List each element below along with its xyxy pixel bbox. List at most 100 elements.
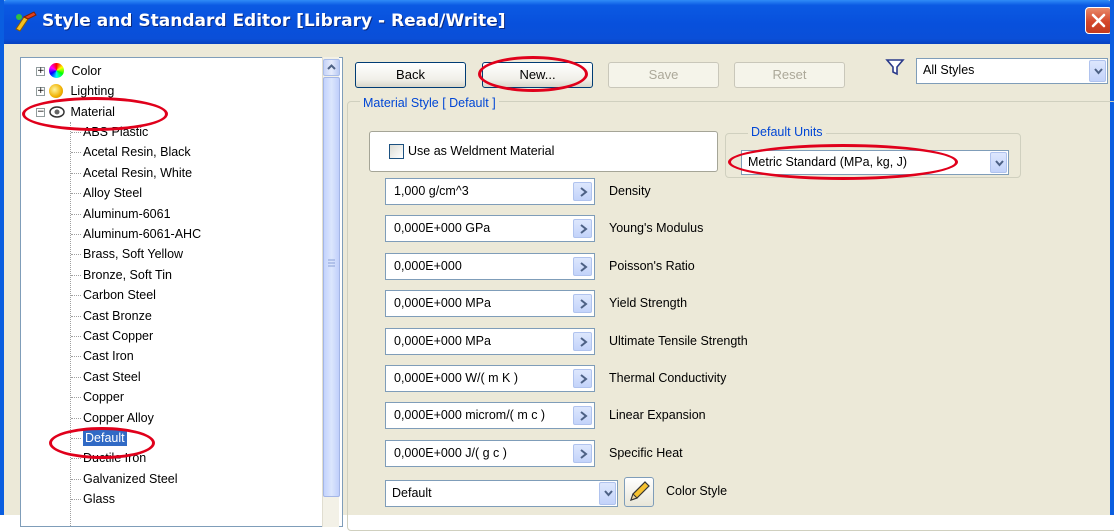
property-edit-button[interactable] [573, 256, 592, 276]
tree-guide [71, 254, 81, 256]
tree-item-material[interactable]: Material [49, 102, 115, 122]
style-tree[interactable]: + Color + Lighting − Material ABS Plasti… [20, 57, 343, 527]
color-style-dropdown-button[interactable] [599, 482, 616, 505]
property-label: Thermal Conductivity [609, 371, 727, 385]
tree-scrollbar[interactable] [322, 57, 340, 527]
tree-guide [71, 356, 81, 358]
tree-item-material-leaf[interactable]: Cast Copper [83, 326, 153, 346]
units-dropdown-button[interactable] [990, 152, 1007, 173]
property-edit-button[interactable] [573, 443, 592, 463]
property-edit-button[interactable] [573, 369, 592, 388]
expand-color-toggle[interactable]: + [36, 67, 45, 76]
property-value-field[interactable]: 0,000E+000 MPa [385, 327, 595, 355]
property-label: Poisson's Ratio [609, 258, 695, 273]
tree-item-material-leaf[interactable]: Copper Alloy [83, 408, 154, 428]
tree-item-material-leaf[interactable]: Aluminum-6061-AHC [83, 224, 201, 244]
light-bulb-icon [49, 84, 63, 98]
tree-item-material-leaf[interactable]: Glass [83, 489, 115, 509]
property-value: 0,000E+000 GPa [394, 221, 491, 236]
chevron-right-icon [580, 224, 588, 235]
property-value-field[interactable]: 0,000E+000 W/( m K ) [385, 365, 595, 392]
color-style-editor-button[interactable] [624, 477, 654, 507]
default-units-select[interactable]: Metric Standard (MPa, kg, J) [741, 150, 1009, 175]
property-value: 0,000E+000 W/( m K ) [394, 371, 519, 385]
chevron-right-icon [580, 411, 588, 422]
tree-item-material-leaf[interactable]: Aluminum-6061 [83, 204, 171, 224]
tree-item-label: Brass, Soft Yellow [83, 247, 184, 262]
tree-item-material-leaf[interactable]: Carbon Steel [83, 285, 156, 305]
property-value-field[interactable]: 0,000E+000 J/( g c ) [385, 439, 595, 467]
tree-item-material-leaf[interactable]: Cast Iron [83, 346, 134, 366]
style-filter-select[interactable]: All Styles [916, 58, 1108, 84]
filter-icon[interactable] [885, 58, 905, 76]
tree-guide [71, 376, 81, 378]
tree-guide [71, 193, 81, 195]
property-value: 0,000E+000 MPa [394, 333, 491, 348]
tree-item-color[interactable]: Color [49, 61, 101, 81]
tree-guide [71, 499, 81, 501]
tree-item-label: Galvanized Steel [83, 471, 178, 486]
filter-dropdown-button[interactable] [1089, 60, 1106, 82]
property-edit-button[interactable] [573, 294, 592, 314]
scroll-thumb[interactable] [323, 77, 340, 497]
tree-guide [71, 152, 81, 154]
color-wheel-icon [49, 63, 64, 78]
tree-item-material-leaf[interactable]: ABS Plastic [83, 122, 148, 142]
tree-item-material-leaf[interactable]: Acetal Resin, White [83, 163, 192, 183]
property-edit-button[interactable] [573, 182, 592, 201]
tree-item-label: Cast Copper [83, 329, 154, 343]
tree-item-material-leaf[interactable]: Acetal Resin, Black [83, 142, 191, 162]
close-button[interactable] [1085, 7, 1110, 34]
tree-guide [71, 234, 81, 235]
property-value-field[interactable]: 1,000 g/cm^3 [385, 178, 595, 205]
property-edit-button[interactable] [573, 406, 592, 426]
units-value: Metric Standard (MPa, kg, J) [748, 155, 908, 169]
tree-item-lighting[interactable]: Lighting [49, 81, 114, 101]
reset-button[interactable]: Reset [734, 62, 845, 88]
tree-item-material-leaf[interactable]: Brass, Soft Yellow [83, 244, 183, 264]
tree-item-label: Copper [83, 390, 124, 405]
property-value: 0,000E+000 J/( g c ) [394, 445, 507, 460]
close-icon [1091, 13, 1106, 28]
color-style-select[interactable]: Default [385, 480, 618, 507]
tree-item-label: Color [71, 64, 102, 78]
property-edit-button[interactable] [573, 331, 592, 351]
tree-item-material-leaf[interactable]: Cast Bronze [83, 306, 152, 326]
property-value: 0,000E+000 MPa [394, 296, 491, 311]
tree-item-material-leaf[interactable]: Copper [83, 387, 124, 407]
tree-item-material-leaf[interactable]: Default [83, 428, 127, 448]
property-edit-button[interactable] [573, 219, 592, 239]
tree-item-material-leaf[interactable]: Cast Steel [83, 367, 141, 387]
property-value-field[interactable]: 0,000E+000 MPa [385, 290, 595, 318]
property-value-field[interactable]: 0,000E+000 [385, 252, 595, 280]
new-button[interactable]: New... [482, 62, 593, 88]
chevron-down-icon [1094, 68, 1103, 75]
title-bar[interactable]: Style and Standard Editor [Library - Rea… [4, 0, 1110, 44]
expand-lighting-toggle[interactable]: + [36, 87, 45, 96]
property-value-field[interactable]: 0,000E+000 GPa [385, 215, 595, 243]
material-icon [49, 105, 65, 125]
default-units-legend: Default Units [748, 125, 826, 139]
property-value: 0,000E+000 [394, 258, 462, 273]
property-label: Young's Modulus [609, 221, 704, 236]
collapse-material-toggle[interactable]: − [36, 108, 45, 117]
tree-guide [70, 122, 71, 526]
tree-guide [71, 478, 81, 480]
property-value-field[interactable]: 0,000E+000 microm/( m c ) [385, 402, 595, 430]
pencil-icon [630, 481, 650, 501]
tree-item-material-leaf[interactable]: Galvanized Steel [83, 469, 178, 489]
chevron-right-icon [580, 449, 588, 459]
tree-item-material-leaf[interactable]: Bronze, Soft Tin [83, 265, 172, 285]
back-button[interactable]: Back [355, 62, 466, 88]
window-title: Style and Standard Editor [Library - Rea… [42, 11, 506, 31]
color-style-value: Default [392, 486, 432, 500]
tree-item-label: Lighting [70, 84, 115, 98]
weldment-checkbox[interactable] [389, 144, 404, 159]
chevron-right-icon [580, 299, 588, 309]
tree-item-material-leaf[interactable]: Ductile Iron [83, 448, 146, 468]
save-button[interactable]: Save [608, 62, 719, 88]
tree-item-label: Aluminum-6061-AHC [83, 227, 202, 241]
scroll-up-button[interactable] [323, 59, 340, 76]
chevron-down-icon [604, 490, 613, 497]
tree-item-material-leaf[interactable]: Alloy Steel [83, 183, 142, 203]
